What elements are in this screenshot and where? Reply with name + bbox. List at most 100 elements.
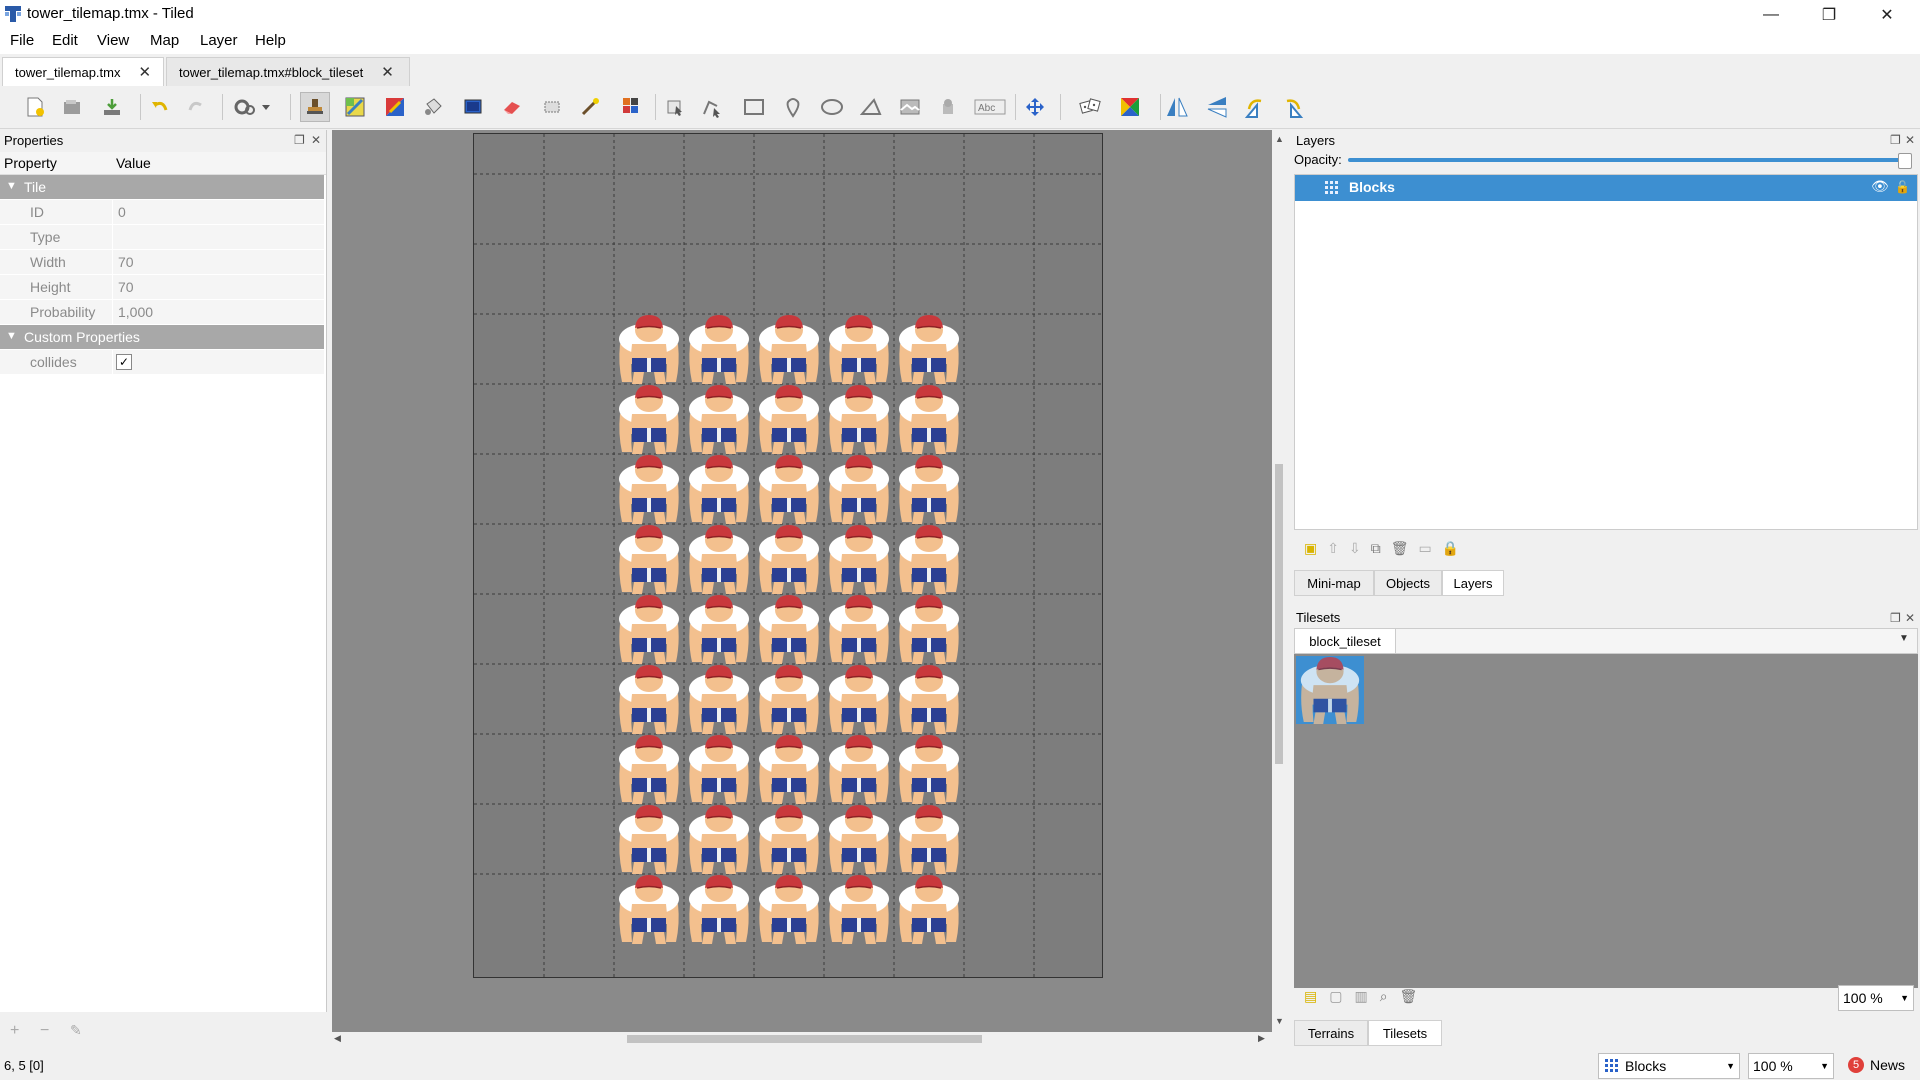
map-tile[interactable] — [824, 874, 894, 944]
open-file-button[interactable] — [57, 92, 87, 122]
select-objects-button[interactable] — [660, 92, 690, 122]
menu-layer[interactable]: Layer — [200, 32, 238, 49]
map-tile[interactable] — [614, 804, 684, 874]
map-tile[interactable] — [894, 524, 964, 594]
status-zoom-combo[interactable]: 100 % ▼ — [1748, 1053, 1834, 1079]
embed-tileset-icon[interactable]: ▢ — [1329, 988, 1342, 1005]
menu-edit[interactable]: Edit — [52, 32, 78, 49]
layer-row-blocks[interactable]: Blocks 👁 🔓 — [1295, 175, 1917, 201]
undo-button[interactable] — [145, 92, 175, 122]
tab-layers[interactable]: Layers — [1442, 570, 1504, 596]
map-tile[interactable] — [614, 314, 684, 384]
insert-ellipse-button[interactable] — [817, 92, 847, 122]
tileset-dropdown-icon[interactable]: ▼ — [1899, 633, 1909, 644]
tab-minimap[interactable]: Mini-map — [1294, 570, 1374, 596]
new-file-button[interactable] — [20, 92, 50, 122]
eraser-button[interactable] — [497, 92, 527, 122]
scroll-down-icon[interactable]: ▼ — [1275, 1016, 1284, 1026]
delete-layer-icon[interactable]: 🗑 — [1391, 540, 1409, 557]
tileset-view[interactable] — [1294, 654, 1918, 988]
map-tile[interactable] — [684, 804, 754, 874]
opacity-slider[interactable] — [1348, 153, 1912, 169]
edit-tileset-icon[interactable]: ⌕ — [1380, 988, 1388, 1005]
map-tile[interactable] — [684, 874, 754, 944]
shape-fill-button[interactable] — [458, 92, 488, 122]
remove-property-icon[interactable]: − — [40, 1022, 49, 1040]
export-tileset-icon[interactable]: ▥ — [1354, 988, 1367, 1005]
raise-layer-icon[interactable]: ⇧ — [1327, 540, 1339, 557]
collapse-arrow-icon[interactable]: ▼ — [6, 180, 17, 192]
tab-tower-tilemap[interactable]: tower_tilemap.tmx ✕ — [2, 57, 164, 86]
rename-property-icon[interactable]: ✎ — [70, 1022, 82, 1039]
tab-terrains[interactable]: Terrains — [1294, 1020, 1368, 1046]
new-layer-icon[interactable]: ▣ — [1304, 540, 1317, 557]
map-tile[interactable] — [824, 314, 894, 384]
close-panel-icon[interactable]: ✕ — [311, 133, 321, 147]
map-tile[interactable] — [684, 314, 754, 384]
map-tile[interactable] — [894, 314, 964, 384]
map-tile[interactable] — [684, 594, 754, 664]
property-row-id[interactable]: ID 0 — [0, 200, 324, 225]
wang-fill-button[interactable] — [1115, 92, 1145, 122]
map-tile[interactable] — [754, 524, 824, 594]
scroll-left-icon[interactable]: ◀ — [334, 1033, 341, 1044]
map-tile[interactable] — [754, 314, 824, 384]
redo-button[interactable] — [181, 92, 211, 122]
map-tile[interactable] — [754, 454, 824, 524]
map-tile[interactable] — [824, 524, 894, 594]
map-tile[interactable] — [754, 874, 824, 944]
menu-map[interactable]: Map — [150, 32, 179, 49]
scroll-right-icon[interactable]: ▶ — [1258, 1033, 1265, 1044]
bucket-fill-button[interactable] — [418, 92, 448, 122]
insert-polygon-button[interactable] — [856, 92, 886, 122]
map-tile[interactable] — [684, 454, 754, 524]
duplicate-layer-icon[interactable]: ⧉ — [1371, 540, 1381, 557]
map-tile[interactable] — [684, 384, 754, 454]
map-tile[interactable] — [684, 524, 754, 594]
close-panel-icon[interactable]: ✕ — [1905, 133, 1915, 147]
status-layer-combo[interactable]: Blocks ▼ — [1598, 1053, 1740, 1079]
map-tile[interactable] — [754, 734, 824, 804]
map-tile[interactable] — [894, 874, 964, 944]
insert-text-button[interactable]: Abc — [972, 92, 1008, 122]
edit-polygons-button[interactable] — [697, 92, 727, 122]
terrain-brush-button[interactable] — [340, 92, 370, 122]
map-tile[interactable] — [614, 664, 684, 734]
map-tile[interactable] — [614, 734, 684, 804]
move-tool-button[interactable] — [1020, 92, 1050, 122]
tab-block-tileset[interactable]: tower_tilemap.tmx#block_tileset ✕ — [166, 57, 410, 86]
flip-vertical-button[interactable] — [1202, 92, 1232, 122]
insert-point-button[interactable] — [778, 92, 808, 122]
map-tile[interactable] — [894, 734, 964, 804]
vertical-scroll-thumb[interactable] — [1275, 464, 1283, 764]
map-tile[interactable] — [824, 594, 894, 664]
rotate-right-button[interactable] — [1278, 92, 1308, 122]
lock-icon[interactable]: 🔓 — [1895, 180, 1910, 194]
map-tile[interactable] — [894, 594, 964, 664]
add-property-icon[interactable]: + — [10, 1022, 19, 1040]
new-tileset-icon[interactable]: ▤ — [1304, 988, 1317, 1005]
map-tile[interactable] — [754, 804, 824, 874]
map-tile[interactable] — [614, 524, 684, 594]
map-tile[interactable] — [894, 384, 964, 454]
map-tile[interactable] — [754, 594, 824, 664]
collides-checkbox[interactable]: ✓ — [116, 354, 132, 370]
menu-help[interactable]: Help — [255, 32, 286, 49]
insert-tile-button[interactable] — [895, 92, 925, 122]
save-button[interactable] — [97, 92, 127, 122]
insert-rectangle-button[interactable] — [739, 92, 769, 122]
map-tile[interactable] — [684, 734, 754, 804]
group-tile[interactable]: ▼ Tile — [0, 175, 324, 199]
tile-map-grid[interactable] — [474, 134, 1103, 978]
flip-horizontal-button[interactable] — [1162, 92, 1192, 122]
map-tile[interactable] — [894, 454, 964, 524]
opacity-slider-handle[interactable] — [1898, 153, 1912, 169]
commands-button[interactable] — [230, 92, 274, 122]
horizontal-scroll-thumb[interactable] — [627, 1035, 982, 1043]
select-same-tile-button[interactable] — [615, 92, 645, 122]
undock-icon[interactable]: ❐ — [1890, 611, 1901, 625]
property-row-probability[interactable]: Probability 1,000 — [0, 300, 324, 325]
wang-brush-button[interactable] — [380, 92, 410, 122]
close-tab-icon[interactable]: ✕ — [381, 63, 394, 81]
horizontal-scrollbar[interactable]: ◀ ▶ — [332, 1032, 1272, 1046]
